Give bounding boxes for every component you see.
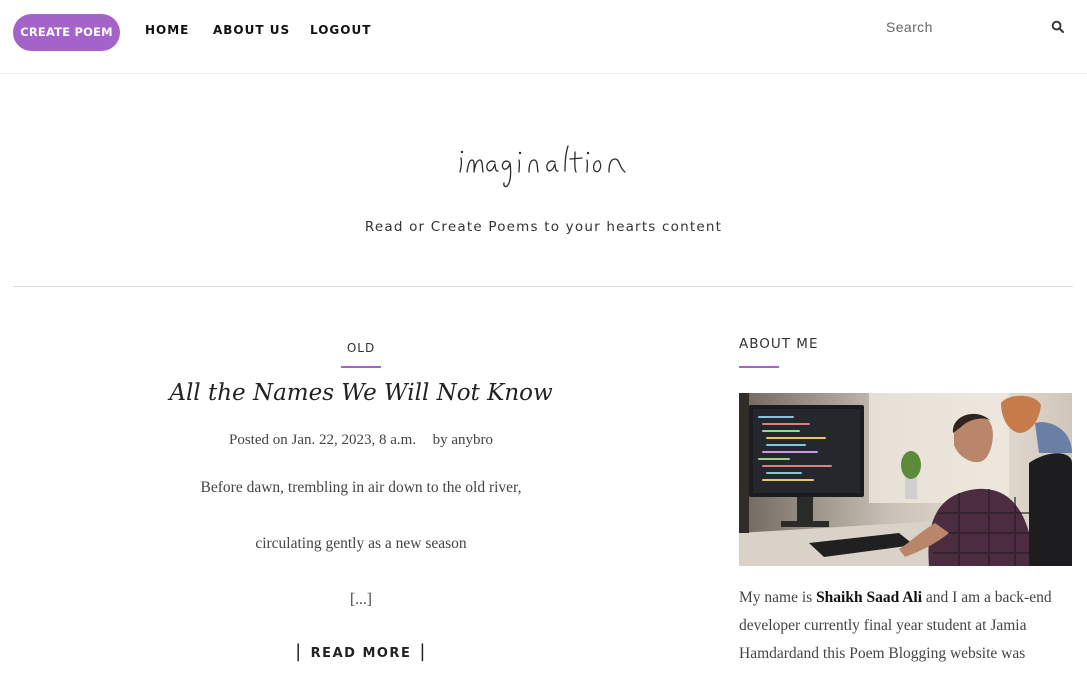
search-input[interactable] <box>878 12 1043 42</box>
post-title[interactable]: All the Names We Will Not Know <box>13 380 709 406</box>
excerpt-line: circulating gently as a new season <box>255 535 467 552</box>
about-me-text: My name is Shaikh Saad Ali and I am a ba… <box>739 584 1072 668</box>
excerpt-ellipsis: [...] <box>350 591 372 608</box>
nav-home-link[interactable]: HOME <box>145 22 189 38</box>
search-box <box>878 12 1073 42</box>
nav-logout-link[interactable]: LOGOUT <box>310 22 371 38</box>
top-navbar: CREATE POEM HOME ABOUT US LOGOUT <box>0 0 1087 74</box>
posted-on-label: Posted on <box>229 432 288 448</box>
read-more: | READ MORE | <box>13 641 709 662</box>
site-tagline: Read or Create Poems to your hearts cont… <box>364 219 723 235</box>
excerpt-line: Before dawn, trembling in air down to th… <box>200 479 522 496</box>
category-underline <box>341 366 381 368</box>
author-name: Shaikh Saad Ali <box>816 589 923 606</box>
header-divider <box>13 286 1073 287</box>
post-meta: Posted on Jan. 22, 2023, 8 a.m. by anybr… <box>13 432 709 449</box>
about-me-heading: ABOUT ME <box>739 336 819 352</box>
read-more-bar-left: | <box>295 641 303 662</box>
read-more-bar-right: | <box>419 641 427 662</box>
create-poem-button[interactable]: CREATE POEM <box>13 14 120 51</box>
about-underline <box>739 366 779 368</box>
site-logo[interactable] <box>455 138 635 194</box>
about-intro: My name is <box>739 589 813 606</box>
about-photo <box>739 393 1072 566</box>
read-more-link[interactable]: READ MORE <box>311 646 412 661</box>
nav-about-link[interactable]: ABOUT US <box>213 22 290 38</box>
post-author[interactable]: anybro <box>451 432 493 448</box>
post-category[interactable]: OLD <box>13 341 709 355</box>
by-label: by <box>432 432 448 448</box>
search-icon[interactable] <box>1051 20 1065 34</box>
post-date: Jan. 22, 2023, 8 a.m. <box>291 432 417 448</box>
